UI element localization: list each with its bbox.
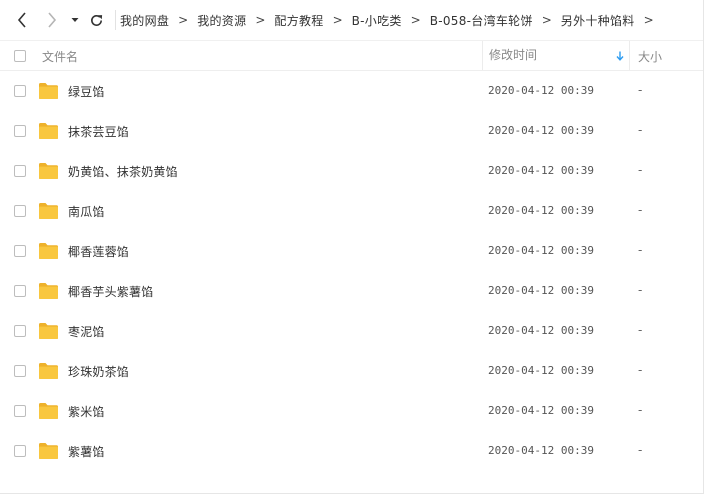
file-list-header: 文件名 修改时间 大小 bbox=[0, 40, 703, 71]
file-modified-time: 2020-04-12 00:39 bbox=[488, 284, 594, 297]
breadcrumb-separator: > bbox=[410, 13, 421, 27]
file-modified-time: 2020-04-12 00:39 bbox=[488, 324, 594, 337]
breadcrumb-separator: > bbox=[255, 13, 266, 27]
file-name[interactable]: 枣泥馅 bbox=[68, 323, 105, 340]
folder-icon bbox=[39, 323, 58, 339]
file-name[interactable]: 紫薯馅 bbox=[68, 443, 105, 460]
file-size: - bbox=[638, 123, 643, 137]
file-size: - bbox=[638, 323, 643, 337]
breadcrumb: 我的网盘 > 我的资源 > 配方教程 > B-小吃类 > B-058-台湾车轮饼… bbox=[118, 10, 661, 30]
row-checkbox[interactable] bbox=[14, 165, 26, 177]
file-modified-time: 2020-04-12 00:39 bbox=[488, 164, 594, 177]
caret-down-icon bbox=[71, 18, 79, 22]
row-checkbox[interactable] bbox=[14, 85, 26, 97]
file-size: - bbox=[638, 403, 643, 417]
breadcrumb-item-current[interactable]: 另外十种馅料 bbox=[559, 12, 637, 29]
row-checkbox[interactable] bbox=[14, 365, 26, 377]
file-modified-time: 2020-04-12 00:39 bbox=[488, 404, 594, 417]
row-checkbox[interactable] bbox=[14, 445, 26, 457]
file-row[interactable]: 椰香芋头紫薯馅 2020-04-12 00:39 - bbox=[0, 271, 703, 311]
file-name[interactable]: 奶黄馅、抹茶奶黄馅 bbox=[68, 163, 178, 180]
breadcrumb-item[interactable]: B-小吃类 bbox=[350, 12, 404, 29]
row-checkbox[interactable] bbox=[14, 205, 26, 217]
folder-icon bbox=[39, 283, 58, 299]
file-list: 绿豆馅 2020-04-12 00:39 - 抹茶芸豆馅 2020-04-12 00:3… bbox=[0, 71, 703, 471]
file-size: - bbox=[638, 83, 643, 97]
file-modified-time: 2020-04-12 00:39 bbox=[488, 84, 594, 97]
column-header-size[interactable]: 大小 bbox=[638, 48, 662, 65]
file-row[interactable]: 椰香莲蓉馅 2020-04-12 00:39 - bbox=[0, 231, 703, 271]
folder-icon bbox=[39, 123, 58, 139]
file-name[interactable]: 椰香莲蓉馅 bbox=[68, 243, 129, 260]
file-modified-time: 2020-04-12 00:39 bbox=[488, 444, 594, 457]
nav-divider bbox=[115, 10, 116, 30]
folder-icon bbox=[39, 363, 58, 379]
folder-icon bbox=[39, 83, 58, 99]
breadcrumb-separator[interactable]: > bbox=[637, 13, 661, 27]
file-row[interactable]: 珍珠奶茶馅 2020-04-12 00:39 - bbox=[0, 351, 703, 391]
file-modified-time: 2020-04-12 00:39 bbox=[488, 364, 594, 377]
folder-icon bbox=[39, 163, 58, 179]
column-header-modified[interactable]: 修改时间 bbox=[482, 41, 630, 70]
file-modified-time: 2020-04-12 00:39 bbox=[488, 124, 594, 137]
breadcrumb-separator: > bbox=[332, 13, 343, 27]
refresh-icon bbox=[90, 14, 102, 26]
breadcrumb-item[interactable]: 我的网盘 bbox=[118, 12, 171, 29]
column-header-name[interactable]: 文件名 bbox=[42, 48, 78, 65]
file-name[interactable]: 绿豆馅 bbox=[68, 83, 105, 100]
history-dropdown-button[interactable] bbox=[67, 10, 83, 30]
folder-icon bbox=[39, 243, 58, 259]
file-name[interactable]: 抹茶芸豆馅 bbox=[68, 123, 129, 140]
file-row[interactable]: 奶黄馅、抹茶奶黄馅 2020-04-12 00:39 - bbox=[0, 151, 703, 191]
file-row[interactable]: 紫米馅 2020-04-12 00:39 - bbox=[0, 391, 703, 431]
file-row[interactable]: 南瓜馅 2020-04-12 00:39 - bbox=[0, 191, 703, 231]
breadcrumb-separator: > bbox=[541, 13, 552, 27]
row-checkbox[interactable] bbox=[14, 325, 26, 337]
chevron-right-icon bbox=[48, 12, 57, 28]
row-checkbox[interactable] bbox=[14, 405, 26, 417]
select-all-checkbox[interactable] bbox=[14, 50, 26, 62]
column-header-modified-label: 修改时间 bbox=[489, 48, 538, 62]
row-checkbox[interactable] bbox=[14, 285, 26, 297]
file-name[interactable]: 紫米馅 bbox=[68, 403, 105, 420]
breadcrumb-item[interactable]: 我的资源 bbox=[195, 12, 248, 29]
row-checkbox[interactable] bbox=[14, 245, 26, 257]
file-modified-time: 2020-04-12 00:39 bbox=[488, 244, 594, 257]
file-row[interactable]: 绿豆馅 2020-04-12 00:39 - bbox=[0, 71, 703, 111]
file-size: - bbox=[638, 203, 643, 217]
file-browser-window: 我的网盘 > 我的资源 > 配方教程 > B-小吃类 > B-058-台湾车轮饼… bbox=[0, 0, 704, 494]
refresh-button[interactable] bbox=[86, 10, 106, 30]
folder-icon bbox=[39, 403, 58, 419]
breadcrumb-item[interactable]: 配方教程 bbox=[272, 12, 325, 29]
file-row[interactable]: 抹茶芸豆馅 2020-04-12 00:39 - bbox=[0, 111, 703, 151]
file-name[interactable]: 珍珠奶茶馅 bbox=[68, 363, 129, 380]
file-size: - bbox=[638, 283, 643, 297]
row-checkbox[interactable] bbox=[14, 125, 26, 137]
file-size: - bbox=[638, 243, 643, 257]
file-size: - bbox=[638, 163, 643, 177]
file-name[interactable]: 南瓜馅 bbox=[68, 203, 105, 220]
folder-icon bbox=[39, 443, 58, 459]
breadcrumb-item[interactable]: B-058-台湾车轮饼 bbox=[428, 12, 535, 29]
file-name[interactable]: 椰香芋头紫薯馅 bbox=[68, 283, 153, 300]
file-row[interactable]: 枣泥馅 2020-04-12 00:39 - bbox=[0, 311, 703, 351]
sort-down-arrow-icon bbox=[616, 51, 624, 61]
chevron-left-icon bbox=[17, 12, 26, 28]
breadcrumb-separator: > bbox=[178, 13, 189, 27]
file-size: - bbox=[638, 443, 643, 457]
file-size: - bbox=[638, 363, 643, 377]
file-row[interactable]: 紫薯馅 2020-04-12 00:39 - bbox=[0, 431, 703, 471]
back-button[interactable] bbox=[12, 10, 32, 30]
file-modified-time: 2020-04-12 00:39 bbox=[488, 204, 594, 217]
forward-button[interactable] bbox=[42, 10, 62, 30]
folder-icon bbox=[39, 203, 58, 219]
navigation-bar: 我的网盘 > 我的资源 > 配方教程 > B-小吃类 > B-058-台湾车轮饼… bbox=[0, 0, 703, 40]
